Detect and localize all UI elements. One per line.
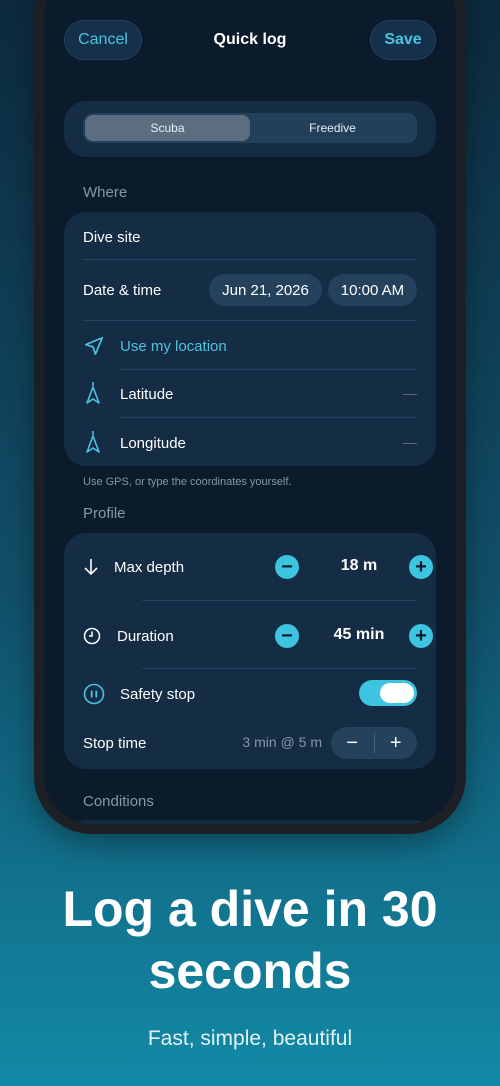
use-location-label: Use my location: [120, 337, 227, 355]
divider: [83, 259, 417, 260]
date-chip[interactable]: Jun 21, 2026: [209, 274, 322, 306]
max-depth-decrement-button[interactable]: −: [275, 555, 299, 579]
longitude-label: Longitude: [120, 434, 186, 452]
pause-circle-icon: [83, 683, 120, 705]
dive-site-field[interactable]: Dive site: [83, 225, 417, 249]
section-profile-label: Profile: [83, 505, 126, 522]
time-chip[interactable]: 10:00 AM: [328, 274, 417, 306]
duration-label: Duration: [117, 627, 174, 645]
section-where-label: Where: [83, 184, 128, 201]
stop-time-label: Stop time: [83, 734, 147, 752]
segment-scuba[interactable]: Scuba: [85, 115, 250, 141]
use-location-button[interactable]: Use my location: [83, 332, 417, 360]
stop-time-increment-button[interactable]: +: [375, 732, 418, 755]
max-depth-increment-button[interactable]: +: [409, 555, 433, 579]
max-depth-value: 18 m: [340, 557, 378, 574]
stop-time-decrement-button[interactable]: −: [331, 732, 374, 755]
stop-time-value: 3 min @ 5 m: [242, 734, 322, 750]
where-card: Dive site Date & time Jun 21, 2026 10:00…: [64, 212, 436, 466]
max-depth-label: Max depth: [114, 558, 185, 576]
stop-time-stepper: − +: [331, 727, 417, 759]
duration-increment-button[interactable]: +: [409, 624, 433, 648]
phone-frame: Quick log Cancel Save Scuba Freedive Whe…: [34, 0, 466, 834]
divider: [120, 369, 417, 370]
mode-card: Scuba Freedive: [64, 101, 436, 157]
location-hint: Use GPS, or type the coordinates yoursel…: [83, 476, 292, 488]
divider: [83, 320, 417, 321]
dive-site-placeholder: Dive site: [83, 228, 141, 246]
latitude-row[interactable]: Latitude: [83, 380, 417, 408]
longitude-row[interactable]: Longitude: [83, 429, 417, 457]
latitude-value[interactable]: —: [403, 385, 417, 401]
date-time-label: Date & time: [83, 281, 162, 299]
cancel-button[interactable]: Cancel: [64, 20, 142, 60]
latitude-label: Latitude: [120, 385, 174, 403]
safety-stop-label: Safety stop: [120, 685, 196, 703]
clock-icon: [83, 627, 117, 645]
duration-value: 45 min: [333, 626, 385, 643]
arrow-down-icon: [83, 558, 114, 576]
profile-card: Max depth − 18 m + Duration − 45 min + S…: [64, 533, 436, 769]
compass-icon: [83, 430, 120, 456]
divider: [120, 417, 417, 418]
compass-icon: [83, 381, 120, 407]
divider: [142, 668, 417, 669]
mode-segmented-control: Scuba Freedive: [83, 113, 417, 143]
conditions-card: [64, 820, 436, 824]
promo-headline: Log a dive in 30 seconds: [62, 881, 438, 999]
toggle-knob: [380, 683, 414, 703]
promo-subtitle: Fast, simple, beautiful: [147, 1027, 353, 1050]
segment-freedive[interactable]: Freedive: [250, 115, 415, 141]
save-button[interactable]: Save: [370, 20, 436, 60]
longitude-value[interactable]: —: [403, 434, 417, 450]
section-conditions-label: Conditions: [83, 793, 154, 810]
divider: [142, 600, 417, 601]
nav-bar: Quick log Cancel Save: [44, 20, 456, 60]
duration-decrement-button[interactable]: −: [275, 624, 299, 648]
app-screen: Quick log Cancel Save Scuba Freedive Whe…: [44, 0, 456, 824]
location-arrow-icon: [83, 335, 120, 357]
safety-stop-toggle[interactable]: [359, 680, 417, 706]
